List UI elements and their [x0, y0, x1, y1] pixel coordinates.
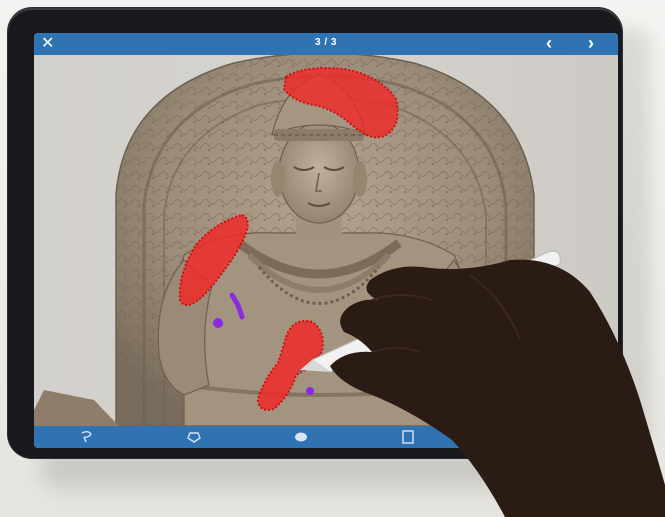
annotation-canvas[interactable] [34, 55, 618, 426]
blob-brush-icon[interactable] [292, 429, 310, 445]
tablet-screen: ✕ 3 / 3 ‹ › [34, 33, 618, 448]
marker-dot[interactable] [213, 318, 223, 328]
marker-dot[interactable] [306, 387, 314, 395]
tool-bar [34, 426, 618, 448]
polygon-icon[interactable] [185, 429, 203, 445]
lasso-icon[interactable] [78, 429, 96, 445]
chevron-left-icon[interactable]: ‹ [546, 33, 552, 53]
tablet-device: ✕ 3 / 3 ‹ › [8, 8, 622, 458]
top-bar: ✕ 3 / 3 ‹ › [34, 33, 618, 55]
chevron-right-icon[interactable]: › [588, 33, 594, 53]
image-counter: 3 / 3 [315, 37, 337, 48]
rectangle-icon[interactable] [399, 429, 417, 445]
